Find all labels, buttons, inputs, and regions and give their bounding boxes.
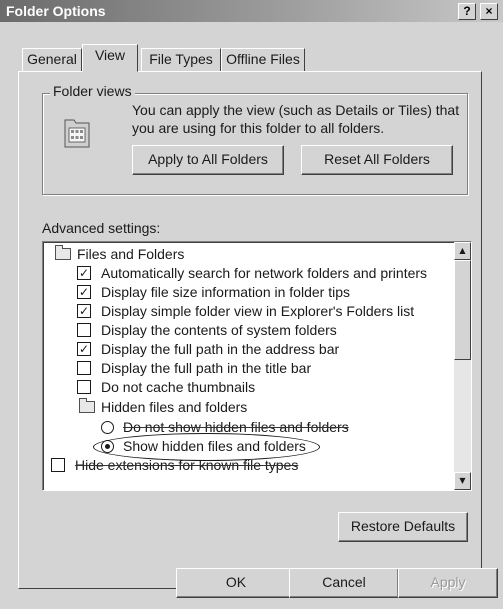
folder-views-description-line2: you are using for this folder to all fol… (132, 120, 385, 136)
close-button[interactable]: × (480, 3, 498, 20)
checkbox[interactable] (77, 323, 91, 337)
title-bar[interactable]: Folder Options ? × (0, 0, 503, 22)
tab-offline-files[interactable]: Offline Files (221, 48, 305, 72)
tab-general[interactable]: General (22, 48, 82, 72)
advanced-settings-list[interactable]: Files and Folders ✓ Automatically search… (42, 241, 472, 491)
apply-button[interactable]: Apply (398, 568, 498, 598)
window-title: Folder Options (6, 3, 106, 19)
ok-button[interactable]: OK (176, 568, 296, 598)
folder-icon (55, 245, 71, 260)
advanced-settings-label: Advanced settings: (42, 220, 161, 236)
scrollbar[interactable]: ▲ ▼ (454, 242, 471, 490)
checkbox[interactable]: ✓ (77, 304, 91, 318)
checkbox[interactable] (77, 380, 91, 394)
scroll-down-icon[interactable]: ▼ (454, 472, 471, 490)
scroll-thumb[interactable] (454, 260, 471, 360)
checkbox[interactable]: ✓ (77, 285, 91, 299)
checkbox[interactable] (51, 458, 65, 472)
cancel-button[interactable]: Cancel (289, 568, 399, 598)
checkbox[interactable]: ✓ (77, 266, 91, 280)
folder-views-title: Folder views (50, 83, 135, 99)
restore-defaults-button[interactable]: Restore Defaults (338, 512, 468, 542)
folder-icon (79, 398, 95, 413)
checkbox[interactable] (77, 361, 91, 375)
folder-view-icon (62, 114, 92, 150)
radio-button[interactable] (101, 421, 114, 434)
checkbox[interactable]: ✓ (77, 342, 91, 356)
scroll-up-icon[interactable]: ▲ (454, 242, 471, 260)
tab-view[interactable]: View (82, 44, 138, 72)
folder-views-description-line1: You can apply the view (such as Details … (132, 102, 460, 118)
apply-to-all-folders-button[interactable]: Apply to All Folders (132, 145, 284, 175)
folder-options-dialog: Folder Options ? × General View File Typ… (0, 0, 503, 609)
reset-all-folders-button[interactable]: Reset All Folders (301, 145, 453, 175)
tab-file-types[interactable]: File Types (141, 48, 221, 72)
help-button[interactable]: ? (458, 3, 476, 20)
